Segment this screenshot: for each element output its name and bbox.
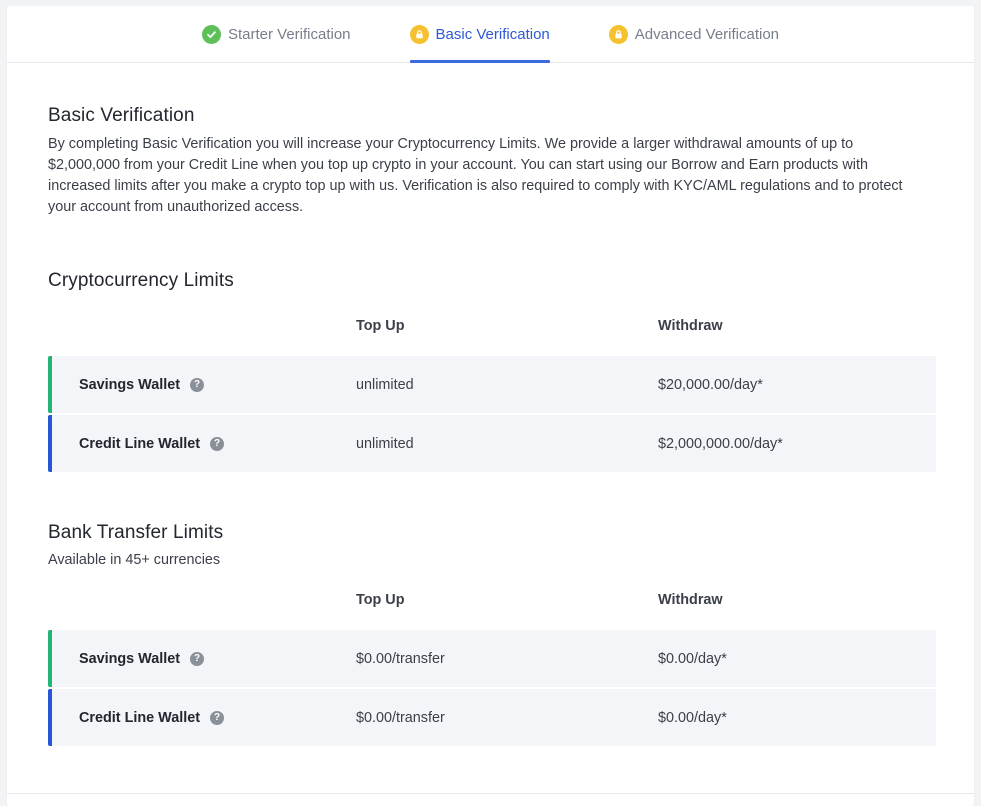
- wallet-name: Credit Line Wallet: [79, 435, 200, 452]
- column-header-top-up: Top Up: [356, 318, 405, 334]
- table-row: Credit Line Wallet ? $0.00/transfer $0.0…: [48, 689, 936, 746]
- help-icon[interactable]: ?: [210, 710, 224, 725]
- top-up-limit: $0.00/transfer: [356, 709, 445, 726]
- top-up-limit: $0.00/transfer: [356, 650, 445, 667]
- top-up-limit: unlimited: [356, 435, 414, 452]
- tab-basic-verification[interactable]: Basic Verification: [409, 6, 551, 63]
- column-header-top-up: Top Up: [356, 592, 405, 608]
- table-row: Savings Wallet ? unlimited $20,000.00/da…: [48, 356, 936, 413]
- tab-label: Basic Verification: [435, 26, 550, 43]
- check-circle-icon: [201, 25, 221, 44]
- help-icon[interactable]: ?: [210, 436, 224, 451]
- table-row: Credit Line Wallet ? unlimited $2,000,00…: [48, 415, 936, 472]
- lock-icon: [608, 25, 628, 44]
- wallet-name: Credit Line Wallet: [79, 709, 200, 726]
- withdraw-limit: $20,000.00/day*: [658, 376, 763, 393]
- help-icon[interactable]: ?: [190, 377, 205, 392]
- tab-label: Advanced Verification: [634, 26, 780, 43]
- withdraw-limit: $2,000,000.00/day*: [658, 435, 783, 452]
- help-icon[interactable]: ?: [190, 651, 205, 666]
- crypto-limits-header: Top Up Withdraw: [48, 318, 933, 338]
- tab-label: Starter Verification: [227, 26, 351, 43]
- column-header-withdraw: Withdraw: [658, 592, 723, 608]
- column-header-withdraw: Withdraw: [658, 318, 723, 334]
- bank-limits-header: Top Up Withdraw: [48, 592, 933, 612]
- tab-advanced-verification[interactable]: Advanced Verification: [608, 6, 780, 62]
- tab-starter-verification[interactable]: Starter Verification: [201, 6, 351, 62]
- verification-card: Starter Verification Basic Verification …: [6, 6, 975, 806]
- bank-limits-subtitle: Available in 45+ currencies: [48, 552, 221, 568]
- divider: [7, 793, 974, 794]
- wallet-name: Savings Wallet: [79, 650, 181, 667]
- page-title: Basic Verification: [48, 105, 195, 126]
- top-up-limit: unlimited: [356, 376, 414, 393]
- withdraw-limit: $0.00/day*: [658, 650, 727, 667]
- wallet-name: Savings Wallet: [79, 376, 181, 393]
- crypto-limits-title: Cryptocurrency Limits: [48, 270, 234, 291]
- bank-limits-title: Bank Transfer Limits: [48, 522, 224, 543]
- withdraw-limit: $0.00/day*: [658, 709, 727, 726]
- verification-tabs: Starter Verification Basic Verification …: [7, 6, 974, 63]
- basic-verification-panel: Basic Verification By completing Basic V…: [7, 63, 974, 746]
- table-row: Savings Wallet ? $0.00/transfer $0.00/da…: [48, 630, 936, 687]
- basic-description: By completing Basic Verification you wil…: [48, 136, 903, 215]
- lock-icon: [409, 25, 429, 44]
